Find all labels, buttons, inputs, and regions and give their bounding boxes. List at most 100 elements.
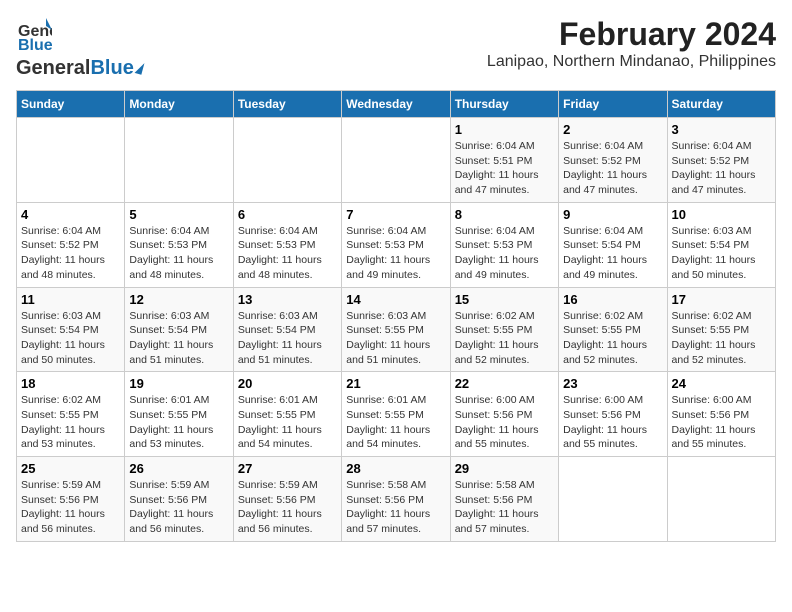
- weekday-header: Monday: [125, 91, 233, 118]
- calendar-cell: 15Sunrise: 6:02 AM Sunset: 5:55 PM Dayli…: [450, 287, 558, 372]
- calendar-cell: 5 Sunrise: 6:04 AM Sunset: 5:53 PM Daylig…: [125, 202, 233, 287]
- calendar-cell: 2 Sunrise: 6:04 AM Sunset: 5:52 PM Daylig…: [559, 118, 667, 203]
- day-info: Sunrise: 5:58 AM Sunset: 5:56 PM Dayligh…: [455, 478, 554, 537]
- day-number: 8: [455, 207, 554, 222]
- calendar-week-row: 18Sunrise: 6:02 AM Sunset: 5:55 PM Dayli…: [17, 372, 776, 457]
- calendar-cell: [17, 118, 125, 203]
- calendar-week-row: 1 Sunrise: 6:04 AM Sunset: 5:51 PM Daylig…: [17, 118, 776, 203]
- day-info: Sunrise: 6:04 AM Sunset: 5:54 PM Dayligh…: [563, 224, 662, 283]
- calendar-week-row: 25Sunrise: 5:59 AM Sunset: 5:56 PM Dayli…: [17, 457, 776, 542]
- day-info: Sunrise: 6:00 AM Sunset: 5:56 PM Dayligh…: [455, 393, 554, 452]
- day-info: Sunrise: 6:02 AM Sunset: 5:55 PM Dayligh…: [672, 309, 771, 368]
- calendar-header-row: SundayMondayTuesdayWednesdayThursdayFrid…: [17, 91, 776, 118]
- calendar-cell: 6Sunrise: 6:04 AM Sunset: 5:53 PM Daylig…: [233, 202, 341, 287]
- calendar-cell: 27 Sunrise: 5:59 AM Sunset: 5:56 PM Dayli…: [233, 457, 341, 542]
- day-number: 19: [129, 376, 228, 391]
- day-number: 13: [238, 292, 337, 307]
- day-number: 14: [346, 292, 445, 307]
- calendar-cell: 8Sunrise: 6:04 AM Sunset: 5:53 PM Daylig…: [450, 202, 558, 287]
- day-number: 7: [346, 207, 445, 222]
- calendar-cell: 1 Sunrise: 6:04 AM Sunset: 5:51 PM Daylig…: [450, 118, 558, 203]
- day-number: 17: [672, 292, 771, 307]
- day-info: Sunrise: 5:59 AM Sunset: 5:56 PM Dayligh…: [129, 478, 228, 537]
- weekday-header: Tuesday: [233, 91, 341, 118]
- logo-general: General: [16, 57, 90, 80]
- calendar-cell: 16 Sunrise: 6:02 AM Sunset: 5:55 PM Dayli…: [559, 287, 667, 372]
- day-info: Sunrise: 6:03 AM Sunset: 5:54 PM Dayligh…: [21, 309, 120, 368]
- day-info: Sunrise: 6:04 AM Sunset: 5:52 PM Dayligh…: [672, 139, 771, 198]
- calendar-body: 1 Sunrise: 6:04 AM Sunset: 5:51 PM Daylig…: [17, 118, 776, 542]
- calendar-week-row: 4 Sunrise: 6:04 AM Sunset: 5:52 PM Daylig…: [17, 202, 776, 287]
- day-info: Sunrise: 6:01 AM Sunset: 5:55 PM Dayligh…: [346, 393, 445, 452]
- day-number: 28: [346, 461, 445, 476]
- weekday-header: Wednesday: [342, 91, 450, 118]
- logo-triangle: [134, 61, 144, 74]
- page-title: February 2024: [487, 16, 776, 53]
- weekday-header: Thursday: [450, 91, 558, 118]
- calendar-table: SundayMondayTuesdayWednesdayThursdayFrid…: [16, 90, 776, 542]
- calendar-cell: 11Sunrise: 6:03 AM Sunset: 5:54 PM Dayli…: [17, 287, 125, 372]
- day-number: 12: [129, 292, 228, 307]
- calendar-cell: 23Sunrise: 6:00 AM Sunset: 5:56 PM Dayli…: [559, 372, 667, 457]
- day-info: Sunrise: 6:03 AM Sunset: 5:54 PM Dayligh…: [672, 224, 771, 283]
- day-number: 4: [21, 207, 120, 222]
- calendar-cell: 12 Sunrise: 6:03 AM Sunset: 5:54 PM Dayli…: [125, 287, 233, 372]
- day-info: Sunrise: 6:04 AM Sunset: 5:52 PM Dayligh…: [21, 224, 120, 283]
- calendar-cell: 19 Sunrise: 6:01 AM Sunset: 5:55 PM Dayli…: [125, 372, 233, 457]
- logo: General Blue General Blue: [16, 16, 143, 80]
- day-info: Sunrise: 6:04 AM Sunset: 5:53 PM Dayligh…: [346, 224, 445, 283]
- title-area: February 2024 Lanipao, Northern Mindanao…: [487, 16, 776, 71]
- day-info: Sunrise: 6:04 AM Sunset: 5:53 PM Dayligh…: [238, 224, 337, 283]
- day-info: Sunrise: 6:00 AM Sunset: 5:56 PM Dayligh…: [563, 393, 662, 452]
- day-number: 20: [238, 376, 337, 391]
- day-info: Sunrise: 6:04 AM Sunset: 5:52 PM Dayligh…: [563, 139, 662, 198]
- calendar-cell: [125, 118, 233, 203]
- day-number: 22: [455, 376, 554, 391]
- day-info: Sunrise: 6:01 AM Sunset: 5:55 PM Dayligh…: [238, 393, 337, 452]
- day-number: 2: [563, 122, 662, 137]
- calendar-cell: 29Sunrise: 5:58 AM Sunset: 5:56 PM Dayli…: [450, 457, 558, 542]
- day-number: 27: [238, 461, 337, 476]
- day-info: Sunrise: 6:04 AM Sunset: 5:51 PM Dayligh…: [455, 139, 554, 198]
- calendar-cell: 18Sunrise: 6:02 AM Sunset: 5:55 PM Dayli…: [17, 372, 125, 457]
- day-info: Sunrise: 6:03 AM Sunset: 5:54 PM Dayligh…: [129, 309, 228, 368]
- day-number: 5: [129, 207, 228, 222]
- calendar-cell: 17 Sunrise: 6:02 AM Sunset: 5:55 PM Dayli…: [667, 287, 775, 372]
- logo-icon: General Blue: [16, 16, 52, 52]
- day-number: 26: [129, 461, 228, 476]
- calendar-cell: 28 Sunrise: 5:58 AM Sunset: 5:56 PM Dayli…: [342, 457, 450, 542]
- calendar-cell: 13 Sunrise: 6:03 AM Sunset: 5:54 PM Dayli…: [233, 287, 341, 372]
- calendar-cell: 10Sunrise: 6:03 AM Sunset: 5:54 PM Dayli…: [667, 202, 775, 287]
- calendar-cell: [342, 118, 450, 203]
- calendar-cell: 24 Sunrise: 6:00 AM Sunset: 5:56 PM Dayli…: [667, 372, 775, 457]
- day-number: 3: [672, 122, 771, 137]
- day-number: 9: [563, 207, 662, 222]
- day-number: 16: [563, 292, 662, 307]
- weekday-header: Friday: [559, 91, 667, 118]
- calendar-cell: [559, 457, 667, 542]
- day-number: 1: [455, 122, 554, 137]
- calendar-cell: 4 Sunrise: 6:04 AM Sunset: 5:52 PM Daylig…: [17, 202, 125, 287]
- calendar-cell: 22 Sunrise: 6:00 AM Sunset: 5:56 PM Dayli…: [450, 372, 558, 457]
- day-number: 24: [672, 376, 771, 391]
- day-info: Sunrise: 5:59 AM Sunset: 5:56 PM Dayligh…: [21, 478, 120, 537]
- calendar-cell: 3 Sunrise: 6:04 AM Sunset: 5:52 PM Daylig…: [667, 118, 775, 203]
- calendar-cell: [233, 118, 341, 203]
- page-subtitle: Lanipao, Northern Mindanao, Philippines: [487, 53, 776, 71]
- day-info: Sunrise: 6:02 AM Sunset: 5:55 PM Dayligh…: [563, 309, 662, 368]
- calendar-cell: 25Sunrise: 5:59 AM Sunset: 5:56 PM Dayli…: [17, 457, 125, 542]
- header: General Blue General Blue February 2024 …: [16, 16, 776, 80]
- day-info: Sunrise: 6:01 AM Sunset: 5:55 PM Dayligh…: [129, 393, 228, 452]
- day-info: Sunrise: 5:59 AM Sunset: 5:56 PM Dayligh…: [238, 478, 337, 537]
- day-number: 18: [21, 376, 120, 391]
- calendar-cell: 9 Sunrise: 6:04 AM Sunset: 5:54 PM Daylig…: [559, 202, 667, 287]
- logo-blue: Blue: [90, 57, 133, 80]
- day-number: 15: [455, 292, 554, 307]
- weekday-header: Saturday: [667, 91, 775, 118]
- day-number: 21: [346, 376, 445, 391]
- day-info: Sunrise: 6:03 AM Sunset: 5:54 PM Dayligh…: [238, 309, 337, 368]
- day-info: Sunrise: 6:03 AM Sunset: 5:55 PM Dayligh…: [346, 309, 445, 368]
- day-info: Sunrise: 6:04 AM Sunset: 5:53 PM Dayligh…: [129, 224, 228, 283]
- day-info: Sunrise: 6:00 AM Sunset: 5:56 PM Dayligh…: [672, 393, 771, 452]
- day-info: Sunrise: 5:58 AM Sunset: 5:56 PM Dayligh…: [346, 478, 445, 537]
